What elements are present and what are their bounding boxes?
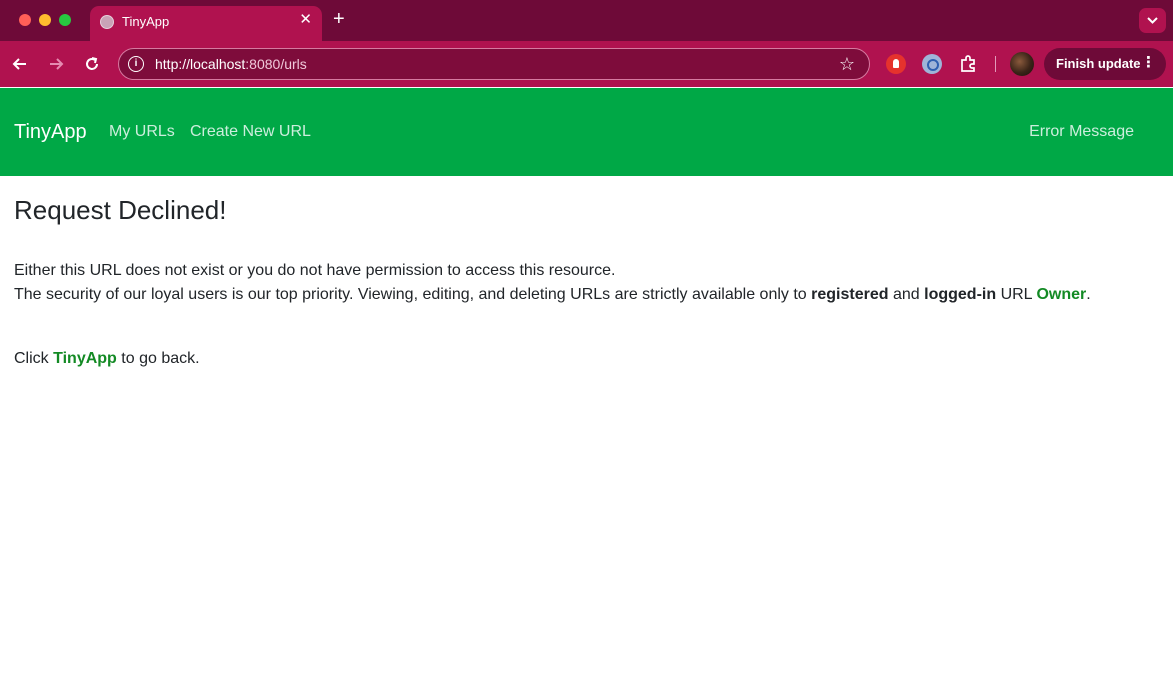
browser-menu-icon[interactable]: ⋮ <box>1141 55 1156 71</box>
tab-title: TinyApp <box>122 14 170 29</box>
security-notice-text: The security of our loyal users is our t… <box>14 286 807 303</box>
page-title: Request Declined! <box>14 195 227 225</box>
address-url[interactable]: http://localhost:8080/urls <box>155 56 307 72</box>
go-back-line: Click TinyApp to go back. <box>14 347 200 371</box>
error-explanation: Either this URL does not exist or you do… <box>14 262 616 279</box>
site-navbar: TinyApp My URLs Create New URL Error Mes… <box>0 88 1173 176</box>
nav-my-urls-link[interactable]: My URLs <box>109 123 175 141</box>
and-text: and <box>892 286 920 303</box>
finish-update-label: Finish update <box>1056 56 1141 71</box>
nav-create-url-link[interactable]: Create New URL <box>190 123 311 141</box>
go-back-text: to go back. <box>121 350 200 367</box>
forward-arrow-icon[interactable] <box>46 54 66 74</box>
chevron-down-icon <box>1147 17 1158 24</box>
window-close-button[interactable] <box>19 14 31 26</box>
info-icon[interactable]: i <box>128 56 144 72</box>
globe-icon <box>100 15 114 29</box>
period-text: . <box>1086 286 1091 303</box>
toolbar-divider <box>995 56 996 72</box>
browser-tab-bar: TinyApp ✕ + <box>0 0 1173 41</box>
browser-tab-active[interactable]: TinyApp ✕ <box>90 6 322 41</box>
main-content: Request Declined! Either this URL does n… <box>14 195 1154 367</box>
browser-toolbar: i http://localhost:8080/urls ☆ Finish up… <box>0 41 1173 87</box>
url-host: http://localhost <box>155 56 246 72</box>
hand-stop-extension-icon[interactable] <box>886 54 906 74</box>
url-path: :8080/urls <box>245 56 307 72</box>
circle-extension-icon[interactable] <box>922 54 942 74</box>
profile-avatar-icon[interactable] <box>1010 52 1034 76</box>
back-arrow-icon[interactable] <box>10 54 30 74</box>
click-text: Click <box>14 350 49 367</box>
finish-update-button[interactable]: Finish update ⋮ <box>1044 48 1166 80</box>
address-bar[interactable]: i http://localhost:8080/urls ☆ <box>118 48 870 80</box>
window-maximize-button[interactable] <box>59 14 71 26</box>
security-notice: The security of our loyal users is our t… <box>14 283 1091 307</box>
reload-icon[interactable] <box>82 54 102 74</box>
registered-emphasis: registered <box>811 286 889 303</box>
logged-in-emphasis: logged-in <box>924 286 997 303</box>
window-minimize-button[interactable] <box>39 14 51 26</box>
tinyapp-home-link[interactable]: TinyApp <box>53 350 117 367</box>
new-tab-button[interactable]: + <box>333 8 345 30</box>
bookmark-star-icon[interactable]: ☆ <box>839 53 855 75</box>
puzzle-extensions-icon[interactable] <box>958 54 978 74</box>
tab-close-button[interactable]: ✕ <box>299 12 312 28</box>
url-text: URL <box>1000 286 1032 303</box>
tab-search-dropdown[interactable] <box>1139 8 1166 33</box>
brand-link[interactable]: TinyApp <box>14 121 87 144</box>
nav-error-message-link[interactable]: Error Message <box>1029 123 1134 141</box>
owner-emphasis: Owner <box>1036 286 1087 303</box>
